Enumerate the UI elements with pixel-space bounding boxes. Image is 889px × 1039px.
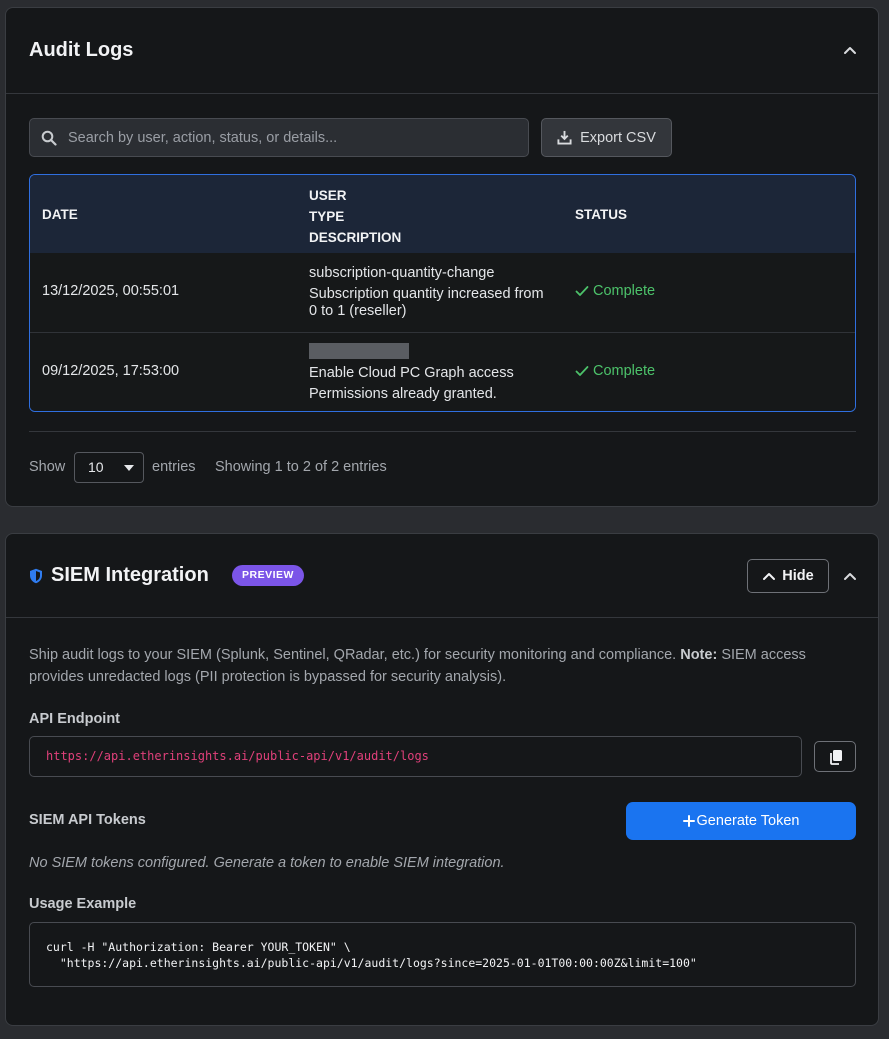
audit-logs-header[interactable]: Audit Logs [6,8,878,94]
row-date: 09/12/2025, 17:53:00 [42,363,180,379]
divider [29,431,856,432]
entries-label: entries [152,459,196,475]
row-details: Enable Cloud PC Graph access Permissions… [309,343,549,407]
generate-token-button[interactable]: Generate Token [626,802,856,840]
row-details: subscription-quantity-change Subscriptio… [309,265,549,324]
status-badge: Complete [575,283,655,299]
siem-description-text: Ship audit logs to your SIEM (Splunk, Se… [29,647,677,663]
column-header-status[interactable]: STATUS [575,207,627,222]
copy-icon [830,750,842,765]
generate-token-label: Generate Token [696,813,800,829]
siem-tokens-label: SIEM API Tokens [29,812,146,828]
export-csv-label: Export CSV [580,129,656,146]
status-label: Complete [593,363,656,379]
audit-table: DATE USER TYPE DESCRIPTION STATUS 13/12/… [29,174,856,412]
column-header-date[interactable]: DATE [42,207,78,222]
search-input[interactable] [68,119,518,156]
search-icon [41,130,57,146]
row-type: subscription-quantity-change [309,265,495,281]
siem-description: Ship audit logs to your SIEM (Splunk, Se… [29,644,859,688]
table-header: DATE USER TYPE DESCRIPTION STATUS [30,175,855,253]
pagination-info: Showing 1 to 2 of 2 entries [215,459,387,475]
check-icon [575,286,589,296]
row-date: 13/12/2025, 00:55:01 [42,283,180,299]
audit-logs-title: Audit Logs [29,39,134,61]
note-label: Note: [680,647,718,663]
shield-icon [30,568,42,584]
hide-label: Hide [782,568,814,584]
siem-integration-card: SIEM Integration PREVIEW Hide Ship audit… [5,533,879,1026]
column-header-description: DESCRIPTION [309,230,402,245]
caret-down-icon [124,465,134,471]
empty-tokens-message: No SIEM tokens configured. Generate a to… [29,855,505,871]
export-csv-button[interactable]: Export CSV [541,118,672,157]
audit-logs-card: Audit Logs Export CSV DATE USER TYPE DES… [5,7,879,507]
chevron-up-icon[interactable] [842,42,858,58]
entries-select-value: 10 [88,459,104,475]
check-icon [575,366,589,376]
api-endpoint-field[interactable]: https://api.etherinsights.ai/public-api/… [29,736,802,777]
status-badge: Complete [575,363,655,379]
row-type: Enable Cloud PC Graph access [309,365,514,381]
usage-example-code[interactable]: curl -H "Authorization: Bearer YOUR_TOKE… [29,922,856,987]
column-header-user: USER [309,188,347,203]
download-icon [557,130,572,145]
column-header-user-type-description[interactable]: USER TYPE DESCRIPTION [309,185,401,248]
copy-button[interactable] [814,741,856,772]
chevron-up-icon[interactable] [842,568,858,584]
hide-button[interactable]: Hide [747,559,829,593]
preview-badge: PREVIEW [232,565,304,586]
row-description: Permissions already granted. [309,386,497,402]
api-endpoint-label: API Endpoint [29,711,121,727]
row-description: Subscription quantity increased from 0 t… [309,286,544,319]
column-header-type: TYPE [309,209,345,224]
table-row[interactable]: 13/12/2025, 00:55:01 subscription-quanti… [30,253,855,333]
redacted-user [309,343,409,359]
table-row[interactable]: 09/12/2025, 17:53:00 Enable Cloud PC Gra… [30,333,855,411]
show-label: Show [29,459,66,475]
search-box [29,118,529,157]
usage-example-label: Usage Example [29,896,137,912]
siem-title: SIEM Integration [51,564,209,586]
plus-icon [682,815,695,827]
chevron-up-icon [763,573,776,580]
siem-header[interactable]: SIEM Integration PREVIEW Hide [6,534,878,618]
entries-per-page-select[interactable]: 10 [74,452,144,483]
status-label: Complete [593,283,656,299]
